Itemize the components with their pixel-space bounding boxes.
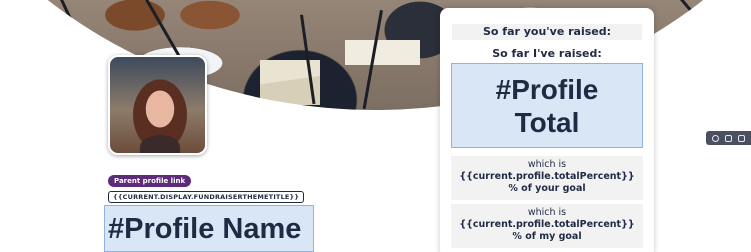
profile-total-line2: Total	[514, 106, 580, 138]
goal-percent-my: which is {{current.profile.totalPercent}…	[451, 204, 643, 248]
goal-my-prefix: which is	[527, 207, 567, 218]
profile-name-heading[interactable]: #Profile Name	[104, 205, 314, 252]
goal-my-suffix: % of my goal	[512, 231, 582, 242]
parent-profile-link[interactable]: Parent profile link	[108, 175, 192, 187]
raised-i-label: So far I've raised:	[492, 47, 602, 60]
donation-summary-panel: So far you've raised: So far I've raised…	[440, 8, 654, 252]
goal-your-prefix: which is	[527, 159, 567, 170]
profile-total-field[interactable]: #Profile Total	[451, 63, 643, 148]
block-toolbar	[706, 131, 751, 145]
goal-your-expr: {{current.profile.totalPercent}}	[459, 171, 635, 182]
delete-icon[interactable]	[738, 134, 745, 142]
goal-your-suffix: % of your goal	[508, 183, 586, 194]
profile-total-line1: #Profile	[495, 73, 599, 105]
fundraiser-theme-title: {{CURRENT.DISPLAY.FUNDRAISERTHEMETITLE}}	[108, 191, 305, 203]
goal-percent-your: which is {{current.profile.totalPercent}…	[451, 156, 643, 200]
raised-you-label: So far you've raised:	[452, 24, 642, 40]
copy-icon[interactable]	[725, 134, 732, 142]
goal-my-expr: {{current.profile.totalPercent}}	[459, 219, 635, 230]
profile-avatar	[108, 55, 207, 155]
settings-icon[interactable]	[712, 134, 719, 142]
